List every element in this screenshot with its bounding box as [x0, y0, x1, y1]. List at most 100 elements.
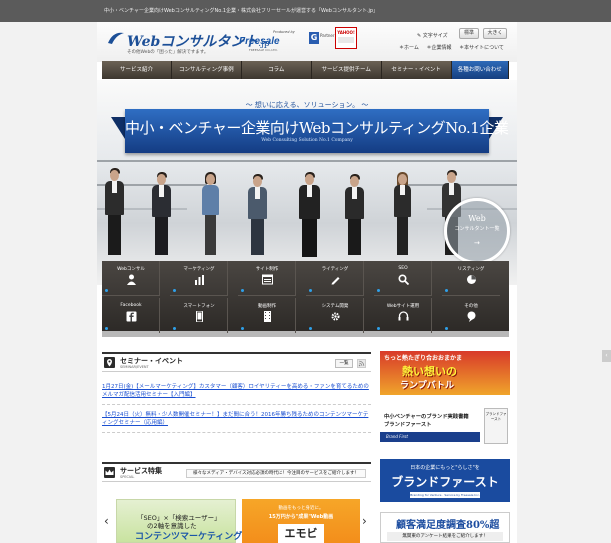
film-icon	[264, 311, 271, 322]
service-special-en: SPECIAL	[120, 475, 135, 479]
banner3-line1: 日本の企業にもっと"らしさ"を	[410, 465, 480, 471]
window-title: 中小・ベンチャー企業向けWebコンサルティングNo.1企業・株式会社フリーセール…	[104, 8, 379, 14]
arrow-right-icon: →	[474, 239, 480, 247]
hero-banner: ～ 想いに応える、ソリューション。 ～ 中小・ベンチャー企業向けWebコンサルテ…	[97, 80, 517, 285]
banner2-line1: 中小ベンチャーのブランド実践書籍	[384, 414, 469, 420]
slide2-line2: 15万円から"成果"Web動画	[268, 514, 334, 520]
nav-column[interactable]: コラム	[242, 61, 312, 79]
util-link-home[interactable]: ＊ホーム	[399, 45, 419, 51]
nav-team[interactable]: サービス提供チーム	[312, 61, 382, 79]
grid-item-other[interactable]: その他	[442, 298, 500, 333]
rss-icon[interactable]	[357, 359, 366, 368]
grid-item-writing[interactable]: ライティング	[306, 261, 364, 296]
grid-item-site-production[interactable]: サイト制作	[238, 261, 296, 296]
grid-item-video[interactable]: 動画制作	[238, 298, 296, 333]
sidebar-banner-brand-first[interactable]: 日本の企業にもっと"らしさ"を ブランドファースト Branding for V…	[380, 459, 510, 502]
seminar-link-1[interactable]: 1月27日(金)【メールマーケティング】カスタマー（顧客）ロイヤリティーを高める…	[102, 383, 371, 399]
location-pin-icon	[104, 357, 115, 368]
banner1-line1: ちっと熱たぎり合おおまかま	[384, 355, 463, 362]
search-icon	[398, 274, 409, 285]
service-grid: Webコンサル マーケティング サイト制作 ライティング SEO リスティング …	[102, 261, 509, 337]
seminar-section-header: セミナー・イベント SEMINAR/EVENT 一覧	[102, 352, 371, 372]
grid-item-marketing[interactable]: マーケティング	[170, 261, 228, 296]
circle-big-text: Web	[468, 214, 486, 223]
chat-bubble-icon	[467, 311, 476, 322]
sidebar-banner-book[interactable]: 中小ベンチャーのブランド実践書籍 ブランドファースト Brand First ブ…	[380, 408, 510, 450]
sidebar-banner-satisfaction[interactable]: 顧客満足度調査80%超 無関東のアンケート結果をご紹介します！	[380, 512, 510, 543]
top-bar: 中小・ベンチャー企業向けWebコンサルティングNo.1企業・株式会社フリーセール…	[0, 0, 611, 22]
global-nav: サービス紹介 コンサルティング事例 コラム サービス提供チーム セミナー・イベン…	[102, 61, 510, 79]
service-carousel: ‹ 「SEO」×「検索ユーザー」 の2軸を意識した コンテンツマーケティング 動…	[102, 497, 371, 543]
font-large-button[interactable]: 大きく	[483, 28, 507, 39]
yahoo-badge[interactable]: YAHOO!	[335, 27, 357, 49]
grid-item-listing[interactable]: リスティング	[442, 261, 500, 296]
produced-by-label: Produced by	[273, 30, 295, 34]
partner-label: Partner	[320, 33, 335, 38]
side-scroll-tab[interactable]: ‹	[602, 350, 611, 362]
site-logo[interactable]: Webコンサルタント.jp その他Webの「困った」解決ですます。	[107, 31, 270, 57]
circle-small-text: コンサルタント一覧	[454, 226, 500, 232]
hero-title: 中小・ベンチャー企業向けWebコンサルティングNo.1企業	[125, 119, 509, 137]
util-link-company[interactable]: ＊企業情報	[426, 45, 451, 51]
header: Webコンサルタント.jp その他Webの「困った」解決ですます。 Produc…	[97, 22, 517, 62]
book-cover-image: ブランドファースト	[484, 408, 508, 444]
slide2-logo: エモビ	[278, 524, 324, 543]
seminar-separator	[102, 404, 371, 405]
chevron-right-icon[interactable]: ›	[362, 514, 367, 528]
seminar-list-button[interactable]: 一覧	[335, 359, 353, 368]
carousel-slide-video[interactable]: 動画をもっと身近に。 15万円から"成果"Web動画 エモビ	[242, 499, 360, 543]
banner4-line1: 顧客満足度調査80%超	[396, 520, 500, 531]
gear-icon	[331, 312, 340, 321]
nav-consulting-cases[interactable]: コンサルティング事例	[172, 61, 242, 79]
browser-icon	[262, 274, 273, 285]
page: Webコンサルタント.jp その他Webの「困った」解決ですます。 Produc…	[97, 22, 517, 543]
slide2-line1: 動画をもっと身近に。	[278, 506, 324, 511]
grid-item-facebook[interactable]: Facebook	[102, 298, 160, 333]
pie-chart-icon	[467, 275, 476, 284]
sidebar-banner-lamp-battle[interactable]: ちっと熱たぎり合おおまかま 熱い想いの ランプバトル	[380, 351, 510, 395]
service-special-desc: 様々なメディア・デバイス対応必須の時代に！今注目のサービスをご紹介します！	[186, 469, 366, 478]
seminar-separator	[102, 432, 371, 433]
book-cover-title: ブランドファースト	[485, 412, 507, 421]
bar-chart-icon	[195, 275, 204, 285]
person-icon	[127, 274, 136, 285]
banner4-line2: 無関東のアンケート結果をご紹介します！	[387, 532, 503, 541]
banner3-line2: ブランドファースト	[391, 475, 499, 489]
banner-ribbon-left	[111, 117, 125, 139]
smartphone-icon	[196, 311, 203, 322]
carousel-slide-seo[interactable]: 「SEO」×「検索ユーザー」 の2軸を意識した コンテンツマーケティング	[116, 499, 242, 543]
hero-subtitle: Web Consulting Solution No.1 Company	[261, 138, 353, 143]
banner2-line2: ブランドファースト	[384, 422, 432, 428]
service-special-header: サービス特集 SPECIAL 様々なメディア・デバイス対応必須の時代に！今注目の…	[102, 462, 371, 482]
consultant-list-button[interactable]: Web コンサルタント一覧 →	[444, 198, 510, 264]
seminar-link-2[interactable]: 【5月24日（火）無料・少人数開催セミナー！】まだ間に合う！2016年勝ち残るた…	[102, 411, 371, 427]
font-size-label: ✎ 文字サイズ	[417, 33, 448, 39]
freesale-sub: FREESALE CO.,LTD.	[249, 48, 278, 52]
headset-icon	[398, 311, 409, 321]
grid-item-webconsul[interactable]: Webコンサル	[102, 261, 160, 296]
font-standard-button[interactable]: 標準	[459, 28, 479, 39]
logo-swoosh-icon	[108, 32, 124, 44]
grid-item-seo[interactable]: SEO	[374, 261, 432, 296]
grid-item-system[interactable]: システム開発	[306, 298, 364, 333]
office-line	[97, 160, 517, 162]
slide1-line3: コンテンツマーケティング	[135, 532, 243, 542]
util-link-about[interactable]: ＊本サイトについて	[459, 45, 504, 51]
facebook-icon	[126, 311, 137, 322]
banner1-line3: ランプバトル	[400, 381, 455, 391]
chevron-left-icon[interactable]: ‹	[104, 514, 109, 528]
crown-icon	[104, 467, 115, 478]
google-partner-icon[interactable]: G	[309, 32, 319, 44]
grid-item-smartphone[interactable]: スマートフォン	[170, 298, 228, 333]
freesale-text: Freesale	[239, 36, 280, 47]
freesale-logo[interactable]: Produced by Freesale FREESALE CO.,LTD.	[239, 30, 295, 56]
banner2-bar: Brand First	[380, 432, 480, 442]
banner2-bar-text: Brand First	[386, 434, 408, 439]
logo-tagline: その他Webの「困った」解決ですます。	[127, 50, 209, 55]
nav-contact[interactable]: 各種お問い合わせ	[451, 61, 510, 79]
utility-links: ＊ホーム ＊企業情報 ＊本サイトについて	[399, 44, 510, 51]
pencil-icon	[331, 277, 340, 285]
grid-item-operation[interactable]: Webサイト運用	[374, 298, 432, 333]
nav-service[interactable]: サービス紹介	[102, 61, 172, 79]
nav-seminar[interactable]: セミナー・イベント	[382, 61, 452, 79]
